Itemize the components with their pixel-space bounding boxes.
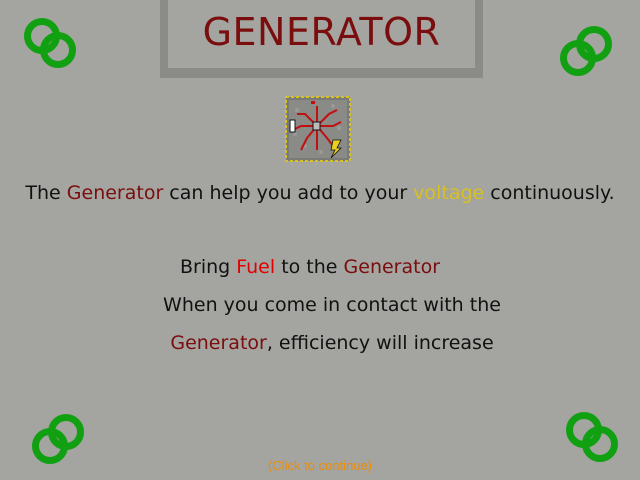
generator-word: Generator [343, 256, 441, 278]
page-title: GENERATOR [202, 10, 441, 54]
generator-tile-icon [285, 96, 351, 162]
generator-word: Generator [170, 332, 267, 354]
click-to-continue[interactable]: (Click to continue) [0, 458, 640, 473]
generator-word: Generator [66, 182, 164, 204]
fuel-line: Bring Fuel to the Generator [179, 256, 441, 278]
voltage-word: voltage [413, 182, 485, 204]
green-rings-icon [566, 412, 622, 462]
green-rings-icon [560, 26, 616, 76]
green-rings-icon [32, 414, 88, 464]
green-rings-icon [24, 18, 80, 68]
efficiency-line: Generator, efficiency will increase [170, 332, 494, 354]
fuel-word: Fuel [236, 256, 276, 278]
intro-line: The Generator can help you add to your v… [25, 182, 615, 204]
contact-line: When you come in contact with the [163, 294, 501, 316]
